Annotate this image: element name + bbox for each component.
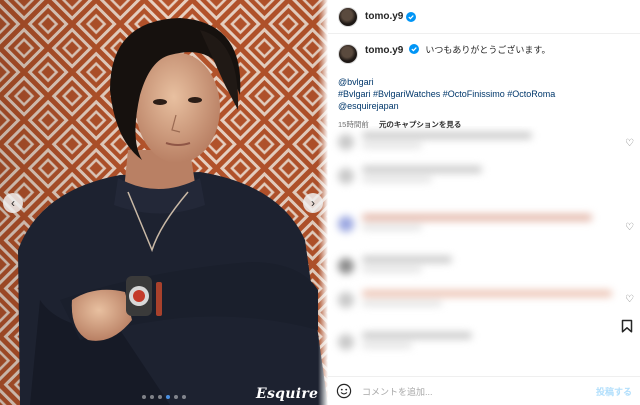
save-bookmark-icon[interactable] [620, 319, 634, 333]
hashtag-links[interactable]: #Bvlgari #BvlgariWatches #OctoFinissimo … [338, 88, 628, 100]
carousel-dot [158, 395, 162, 399]
caption-author-username[interactable]: tomo.y9 [365, 45, 403, 56]
caption-text: いつもありがとうございます。 [425, 45, 551, 55]
comment-input[interactable]: コメントを追加... [362, 385, 596, 398]
post-photo [0, 0, 328, 405]
like-comment-heart-icon[interactable]: ♡ [625, 222, 634, 233]
verified-badge-icon [406, 11, 417, 22]
mention-link[interactable]: @esquirejapan [338, 100, 628, 112]
magazine-logo: Esquire [256, 386, 319, 402]
list-item [338, 256, 452, 276]
like-comment-heart-icon[interactable]: ♡ [625, 138, 634, 149]
carousel-dot [142, 395, 146, 399]
post-sidebar: tomo.y9 tomo.y9 いつもありがとうございます。 @bvlgari … [328, 0, 640, 405]
list-item [338, 166, 482, 186]
carousel-dot [166, 395, 170, 399]
chevron-left-icon: ‹ [11, 196, 15, 210]
carousel-dot [150, 395, 154, 399]
post-comment-button[interactable]: 投稿する [596, 385, 632, 398]
author-username[interactable]: tomo.y9 [365, 11, 403, 22]
carousel-next-button[interactable]: › [303, 193, 323, 213]
post-media[interactable]: ‹ › Esquire [0, 0, 328, 405]
carousel-dot [182, 395, 186, 399]
caption-author-avatar[interactable] [338, 44, 358, 64]
list-item [338, 214, 592, 234]
caption-tags: @bvlgari #Bvlgari #BvlgariWatches #OctoF… [338, 76, 628, 112]
blurred-comments [328, 126, 640, 371]
list-item [338, 290, 612, 310]
mention-link[interactable]: @bvlgari [338, 76, 628, 88]
author-avatar[interactable] [338, 6, 358, 27]
chevron-right-icon: › [311, 196, 315, 210]
comment-composer: コメントを追加... 投稿する [328, 376, 640, 405]
list-item [338, 132, 532, 152]
carousel-dot [174, 395, 178, 399]
emoji-icon[interactable] [336, 383, 352, 399]
post-caption: tomo.y9 いつもありがとうございます。 @bvlgari #Bvlgari… [338, 44, 628, 130]
comments-list: ♡ ♡ ♡ [328, 126, 640, 371]
carousel-prev-button[interactable]: ‹ [3, 193, 23, 213]
like-comment-heart-icon[interactable]: ♡ [625, 294, 634, 305]
verified-badge-icon [408, 44, 419, 54]
list-item [338, 332, 472, 352]
post-header: tomo.y9 [328, 0, 640, 34]
